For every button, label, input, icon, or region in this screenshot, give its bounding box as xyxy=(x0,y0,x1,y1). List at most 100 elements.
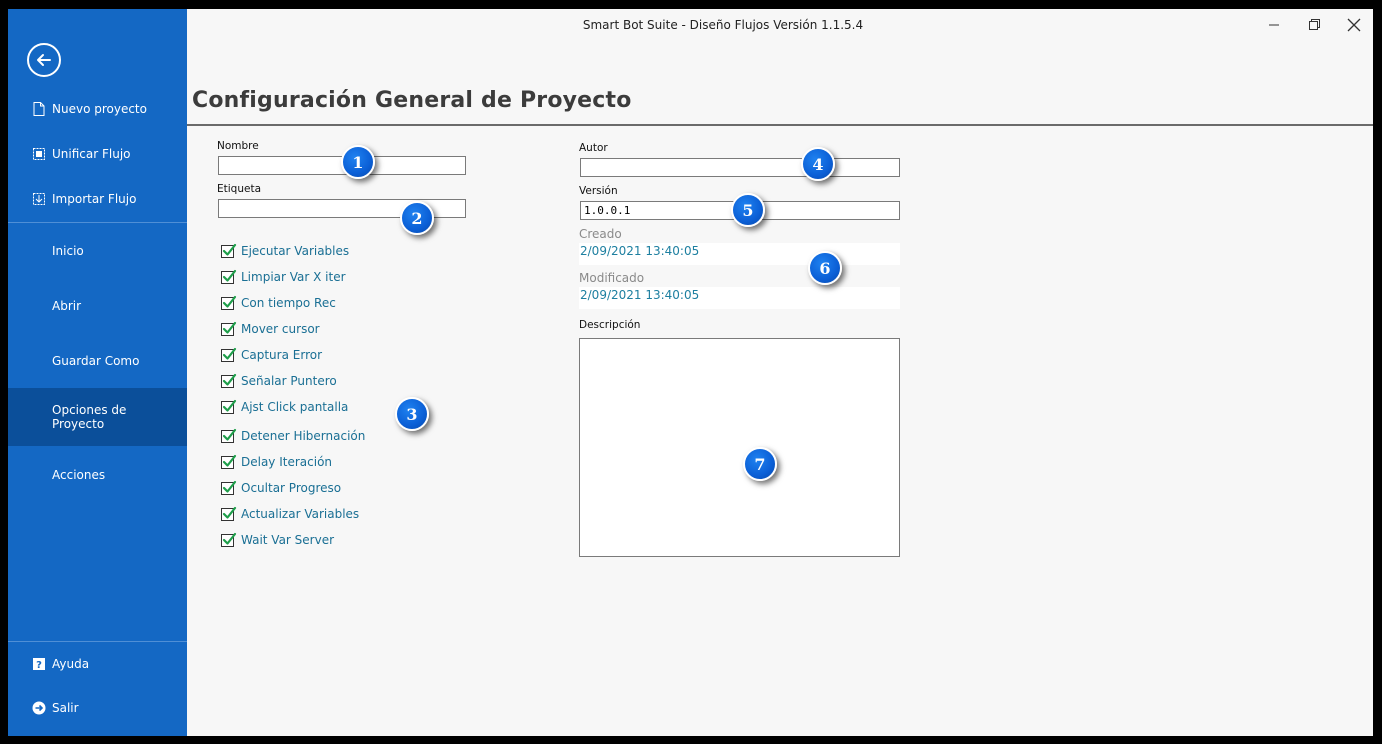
sidebar-item-label: Salir xyxy=(52,701,79,715)
checkmark-icon xyxy=(222,347,237,360)
option-checkbox-row[interactable]: Detener Hibernación xyxy=(221,427,365,445)
merge-flow-icon xyxy=(33,148,45,160)
callout-badge: 3 xyxy=(395,397,429,431)
arrow-left-icon xyxy=(37,54,51,66)
checkmark-icon xyxy=(222,532,237,545)
close-button[interactable] xyxy=(1342,15,1366,35)
checkbox[interactable] xyxy=(221,480,237,495)
exit-icon xyxy=(32,701,46,715)
sidebar-item-nuevo-proyecto[interactable]: Nuevo proyecto xyxy=(8,100,187,118)
callout-badge: 6 xyxy=(808,251,842,285)
sidebar-item-salir[interactable]: Salir xyxy=(8,699,187,717)
sidebar-divider xyxy=(8,222,187,223)
checkbox[interactable] xyxy=(221,506,237,521)
option-label: Detener Hibernación xyxy=(241,429,366,443)
option-label: Delay Iteración xyxy=(241,455,333,469)
modificado-label: Modificado xyxy=(579,271,645,285)
new-file-icon xyxy=(33,102,45,116)
help-icon: ? xyxy=(33,658,45,671)
option-checkbox-row[interactable]: Wait Var Server xyxy=(221,531,334,549)
autor-label: Autor xyxy=(579,142,608,154)
sidebar: Nuevo proyecto Unificar Flujo Importar F… xyxy=(8,9,187,736)
sidebar-item-label: Guardar Como xyxy=(52,354,140,368)
option-label: Mover cursor xyxy=(241,322,320,336)
option-checkbox-row[interactable]: Ocultar Progreso xyxy=(221,479,341,497)
sidebar-item-label: Abrir xyxy=(52,299,82,313)
option-label: Actualizar Variables xyxy=(241,507,360,521)
version-label: Versión xyxy=(579,185,618,197)
option-label: Con tiempo Rec xyxy=(241,296,336,310)
sidebar-item-acciones[interactable]: Acciones xyxy=(8,465,187,485)
sidebar-item-importar-flujo[interactable]: Importar Flujo xyxy=(8,190,187,208)
checkmark-icon xyxy=(222,428,237,441)
checkmark-icon xyxy=(222,373,237,386)
option-checkbox-row[interactable]: Ejecutar Variables xyxy=(221,242,349,260)
checkbox[interactable] xyxy=(221,428,237,443)
sidebar-item-guardar-como[interactable]: Guardar Como xyxy=(8,351,187,371)
option-checkbox-row[interactable]: Captura Error xyxy=(221,346,322,364)
option-checkbox-row[interactable]: Ajst Click pantalla xyxy=(221,398,348,416)
restore-button[interactable] xyxy=(1302,15,1326,35)
checkmark-icon xyxy=(222,506,237,519)
callout-badge: 4 xyxy=(801,147,835,181)
etiqueta-label: Etiqueta xyxy=(217,183,261,195)
option-label: Ocultar Progreso xyxy=(241,481,342,495)
checkmark-icon xyxy=(222,399,237,412)
svg-text:?: ? xyxy=(36,660,42,671)
option-checkbox-row[interactable]: Mover cursor xyxy=(221,320,320,338)
checkbox[interactable] xyxy=(221,321,237,336)
descripcion-textarea[interactable] xyxy=(579,338,900,557)
checkbox[interactable] xyxy=(221,373,237,388)
descripcion-label: Descripción xyxy=(579,319,641,331)
window-title: Smart Bot Suite - Diseño Flujos Versión … xyxy=(582,18,864,32)
autor-input[interactable] xyxy=(580,158,900,177)
checkmark-icon xyxy=(222,480,237,493)
checkmark-icon xyxy=(222,243,237,256)
sidebar-item-abrir[interactable]: Abrir xyxy=(8,296,187,316)
sidebar-item-label: Nuevo proyecto xyxy=(52,102,147,116)
option-checkbox-row[interactable]: Actualizar Variables xyxy=(221,505,359,523)
sidebar-item-label: Unificar Flujo xyxy=(52,147,131,161)
minimize-button[interactable] xyxy=(1262,15,1286,35)
callout-badge: 1 xyxy=(341,145,375,179)
close-icon xyxy=(1347,18,1361,32)
creado-label: Creado xyxy=(579,227,622,241)
restore-icon xyxy=(1309,19,1320,30)
option-checkbox-row[interactable]: Limpiar Var X iter xyxy=(221,268,346,286)
sidebar-item-label: Importar Flujo xyxy=(52,192,137,206)
checkbox[interactable] xyxy=(221,532,237,547)
app-window: Nuevo proyecto Unificar Flujo Importar F… xyxy=(8,9,1373,736)
checkbox[interactable] xyxy=(221,399,237,414)
checkbox[interactable] xyxy=(221,454,237,469)
option-label: Ejecutar Variables xyxy=(241,244,350,258)
checkmark-icon xyxy=(222,269,237,282)
option-checkbox-row[interactable]: Señalar Puntero xyxy=(221,372,337,390)
option-label: Ajst Click pantalla xyxy=(241,400,349,414)
checkmark-icon xyxy=(222,321,237,334)
minimize-icon xyxy=(1269,24,1279,26)
option-label: Captura Error xyxy=(241,348,323,362)
callout-badge: 2 xyxy=(400,201,434,235)
creado-value: 2/09/2021 13:40:05 xyxy=(579,243,900,265)
option-label: Limpiar Var X iter xyxy=(241,270,346,284)
sidebar-item-inicio[interactable]: Inicio xyxy=(8,241,187,261)
option-checkbox-row[interactable]: Con tiempo Rec xyxy=(221,294,336,312)
checkmark-icon xyxy=(222,295,237,308)
sidebar-item-unificar-flujo[interactable]: Unificar Flujo xyxy=(8,145,187,163)
sidebar-item-label: Acciones xyxy=(52,468,106,482)
checkmark-icon xyxy=(222,454,237,467)
checkbox[interactable] xyxy=(221,347,237,362)
back-button[interactable] xyxy=(27,43,61,77)
callout-badge: 5 xyxy=(731,193,765,227)
sidebar-item-opciones-de-proyecto[interactable]: Opciones de Proyecto xyxy=(8,388,187,446)
option-checkbox-row[interactable]: Delay Iteración xyxy=(221,453,332,471)
checkbox[interactable] xyxy=(221,269,237,284)
sidebar-item-label: Inicio xyxy=(52,244,84,258)
sidebar-item-ayuda[interactable]: ? Ayuda xyxy=(8,655,187,673)
checkbox[interactable] xyxy=(221,295,237,310)
option-label: Wait Var Server xyxy=(241,533,335,547)
page-title: Configuración General de Proyecto xyxy=(192,88,632,113)
sidebar-item-label: Ayuda xyxy=(52,657,90,671)
sidebar-divider xyxy=(8,641,187,642)
checkbox[interactable] xyxy=(221,243,237,258)
